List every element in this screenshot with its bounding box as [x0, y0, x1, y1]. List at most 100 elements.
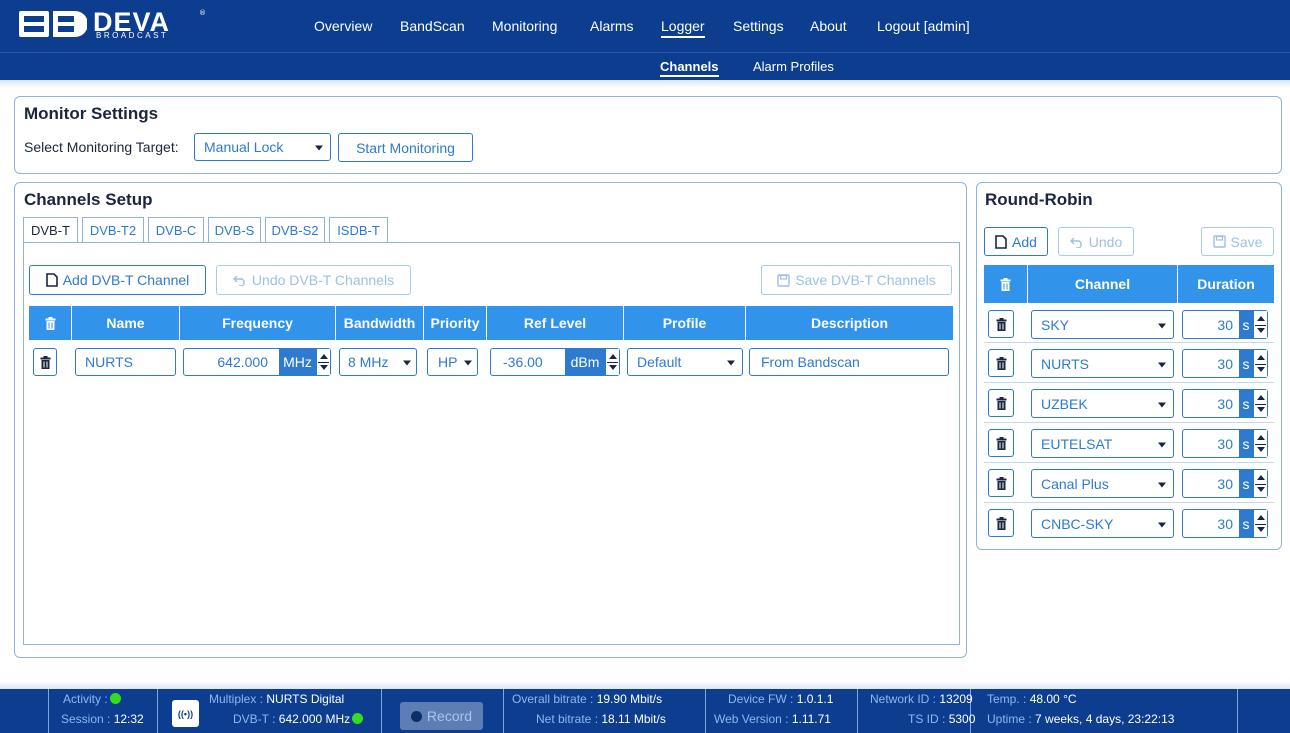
monitor-settings-panel: Monitor Settings Select Monitoring Targe… — [14, 96, 1282, 174]
record-button[interactable]: Record — [400, 702, 483, 730]
nav-logout[interactable]: Logout [admin] — [877, 18, 970, 34]
priority-select[interactable]: HP — [427, 348, 478, 376]
chevron-down-icon — [1158, 362, 1166, 367]
channel-name-input[interactable]: NURTS — [75, 348, 176, 376]
status-bar: Activity : Session : 12:32 ((•)) Multipl… — [0, 681, 1290, 733]
status-activity-cell: Activity : Session : 12:32 — [48, 689, 158, 733]
ref-level-input[interactable]: -36.00 dBm — [490, 348, 620, 376]
record-label: Record — [426, 708, 473, 724]
rr-channel-select[interactable]: UZBEK — [1031, 389, 1174, 418]
rr-delete-row-button[interactable] — [988, 429, 1014, 457]
undo-icon — [232, 275, 245, 286]
nav-settings[interactable]: Settings — [733, 18, 784, 34]
delete-all-header[interactable] — [29, 306, 72, 340]
rr-delete-row-button[interactable] — [988, 310, 1014, 338]
ref-level-spinner[interactable] — [605, 349, 619, 375]
frequency-spinner[interactable] — [316, 349, 330, 375]
delete-row-button[interactable] — [33, 348, 57, 376]
rr-duration-input[interactable]: 30 s — [1182, 310, 1268, 339]
rr-channel-select[interactable]: Canal Plus — [1031, 469, 1174, 498]
bandwidth-select[interactable]: 8 MHz — [339, 348, 417, 376]
tab-dvb-s2[interactable]: DVB-S2 — [265, 217, 325, 242]
chevron-down-icon — [1158, 402, 1166, 407]
add-channel-button[interactable]: Add DVB-T Channel — [29, 265, 206, 295]
start-monitoring-button[interactable]: Start Monitoring — [338, 133, 473, 162]
rr-duration-input[interactable]: 30 s — [1182, 509, 1268, 538]
subnav-alarm-profiles[interactable]: Alarm Profiles — [753, 59, 834, 74]
monitoring-target-value: Manual Lock — [204, 139, 284, 155]
rr-duration-spinner[interactable] — [1253, 311, 1267, 338]
rr-duration-spinner[interactable] — [1253, 390, 1267, 417]
status-record-cell: Record — [382, 689, 504, 733]
rr-duration-input[interactable]: 30 s — [1182, 349, 1268, 378]
rr-save-button[interactable]: Save — [1201, 227, 1274, 256]
rr-duration-spinner[interactable] — [1253, 430, 1267, 457]
rr-channel-select[interactable]: CNBC-SKY — [1031, 509, 1174, 538]
rr-duration-input[interactable]: 30 s — [1182, 429, 1268, 458]
nav-bandscan[interactable]: BandScan — [400, 18, 465, 34]
rr-delete-row-button[interactable] — [988, 349, 1014, 377]
deva-logo[interactable]: DEVA BROADCAST ® — [19, 7, 209, 43]
col-bandwidth: Bandwidth — [336, 306, 424, 340]
profile-select[interactable]: Default — [627, 348, 743, 376]
chevron-down-icon — [464, 360, 472, 366]
top-navbar: DEVA BROADCAST ® Overview BandScan Monit… — [0, 0, 1290, 52]
tab-dvb-c[interactable]: DVB-C — [148, 217, 204, 242]
col-name: Name — [72, 306, 180, 340]
channels-setup-title: Channels Setup — [24, 190, 153, 209]
status-fade — [0, 681, 1290, 689]
save-channels-button[interactable]: Save DVB-T Channels — [761, 265, 952, 295]
ref-level-value: -36.00 — [503, 354, 543, 370]
description-input[interactable]: From Bandscan — [749, 348, 949, 376]
rr-duration-input[interactable]: 30 s — [1182, 469, 1268, 498]
chevron-down-icon — [1158, 522, 1166, 527]
rr-duration-spinner[interactable] — [1253, 350, 1267, 377]
chevron-down-icon — [727, 360, 735, 366]
chevron-down-icon — [1158, 442, 1166, 447]
tab-isdb-t[interactable]: ISDB-T — [329, 217, 388, 242]
tab-dvb-s[interactable]: DVB-S — [208, 217, 261, 242]
undo-channels-label: Undo DVB-T Channels — [251, 272, 395, 288]
rr-channel-value: EUTELSAT — [1041, 435, 1113, 452]
rr-delete-row-button[interactable] — [988, 469, 1014, 497]
nav-alarms[interactable]: Alarms — [590, 18, 634, 34]
rr-add-button[interactable]: Add — [984, 227, 1048, 256]
nav-about[interactable]: About — [810, 18, 847, 34]
rr-delete-row-button[interactable] — [988, 509, 1014, 537]
chevron-down-icon — [1158, 323, 1166, 328]
rr-duration-unit: s — [1239, 350, 1253, 377]
status-multiplex-cell: ((•)) Multiplex : NURTS Digital DVB-T : … — [163, 689, 382, 733]
rr-duration-input[interactable]: 30 s — [1182, 389, 1268, 418]
rr-delete-row-button[interactable] — [988, 389, 1014, 417]
tab-dvb-t[interactable]: DVB-T — [23, 217, 78, 243]
nav-logger[interactable]: Logger — [661, 18, 705, 38]
tab-label: DVB-S2 — [271, 222, 319, 238]
rr-channel-select[interactable]: SKY — [1031, 310, 1174, 339]
trash-icon — [45, 316, 55, 330]
rr-duration-spinner[interactable] — [1253, 510, 1267, 537]
rr-channel-select[interactable]: NURTS — [1031, 349, 1174, 378]
undo-channels-button[interactable]: Undo DVB-T Channels — [216, 265, 411, 295]
tab-dvb-t2[interactable]: DVB-T2 — [82, 217, 144, 242]
tab-label: DVB-T — [31, 223, 70, 238]
subnav-channels[interactable]: Channels — [660, 59, 719, 77]
multiplex: Multiplex : NURTS Digital — [209, 692, 345, 706]
status-bitrate-cell: Overall bitrate : 19.90 Mbit/s Net bitra… — [504, 689, 706, 733]
nav-monitoring[interactable]: Monitoring — [492, 18, 557, 34]
trash-icon — [1000, 277, 1011, 291]
rr-channel-value: Canal Plus — [1041, 475, 1109, 492]
rr-delete-all-header[interactable] — [984, 265, 1028, 303]
rr-undo-button[interactable]: Undo — [1058, 227, 1134, 256]
rr-duration-spinner[interactable] — [1253, 470, 1267, 497]
monitoring-target-select[interactable]: Manual Lock — [194, 133, 331, 161]
rr-duration-unit: s — [1239, 470, 1253, 497]
rr-duration-unit: s — [1239, 430, 1253, 457]
activity-led-icon — [109, 693, 121, 704]
sub-navbar: Channels Alarm Profiles — [0, 52, 1290, 80]
nav-overview[interactable]: Overview — [314, 18, 372, 34]
frequency-input[interactable]: 642.000 MHz — [183, 348, 331, 376]
chevron-down-icon — [403, 360, 411, 366]
activity-label: Activity : — [63, 692, 121, 706]
rr-channel-select[interactable]: EUTELSAT — [1031, 429, 1174, 458]
frequency-unit: MHz — [279, 349, 316, 375]
